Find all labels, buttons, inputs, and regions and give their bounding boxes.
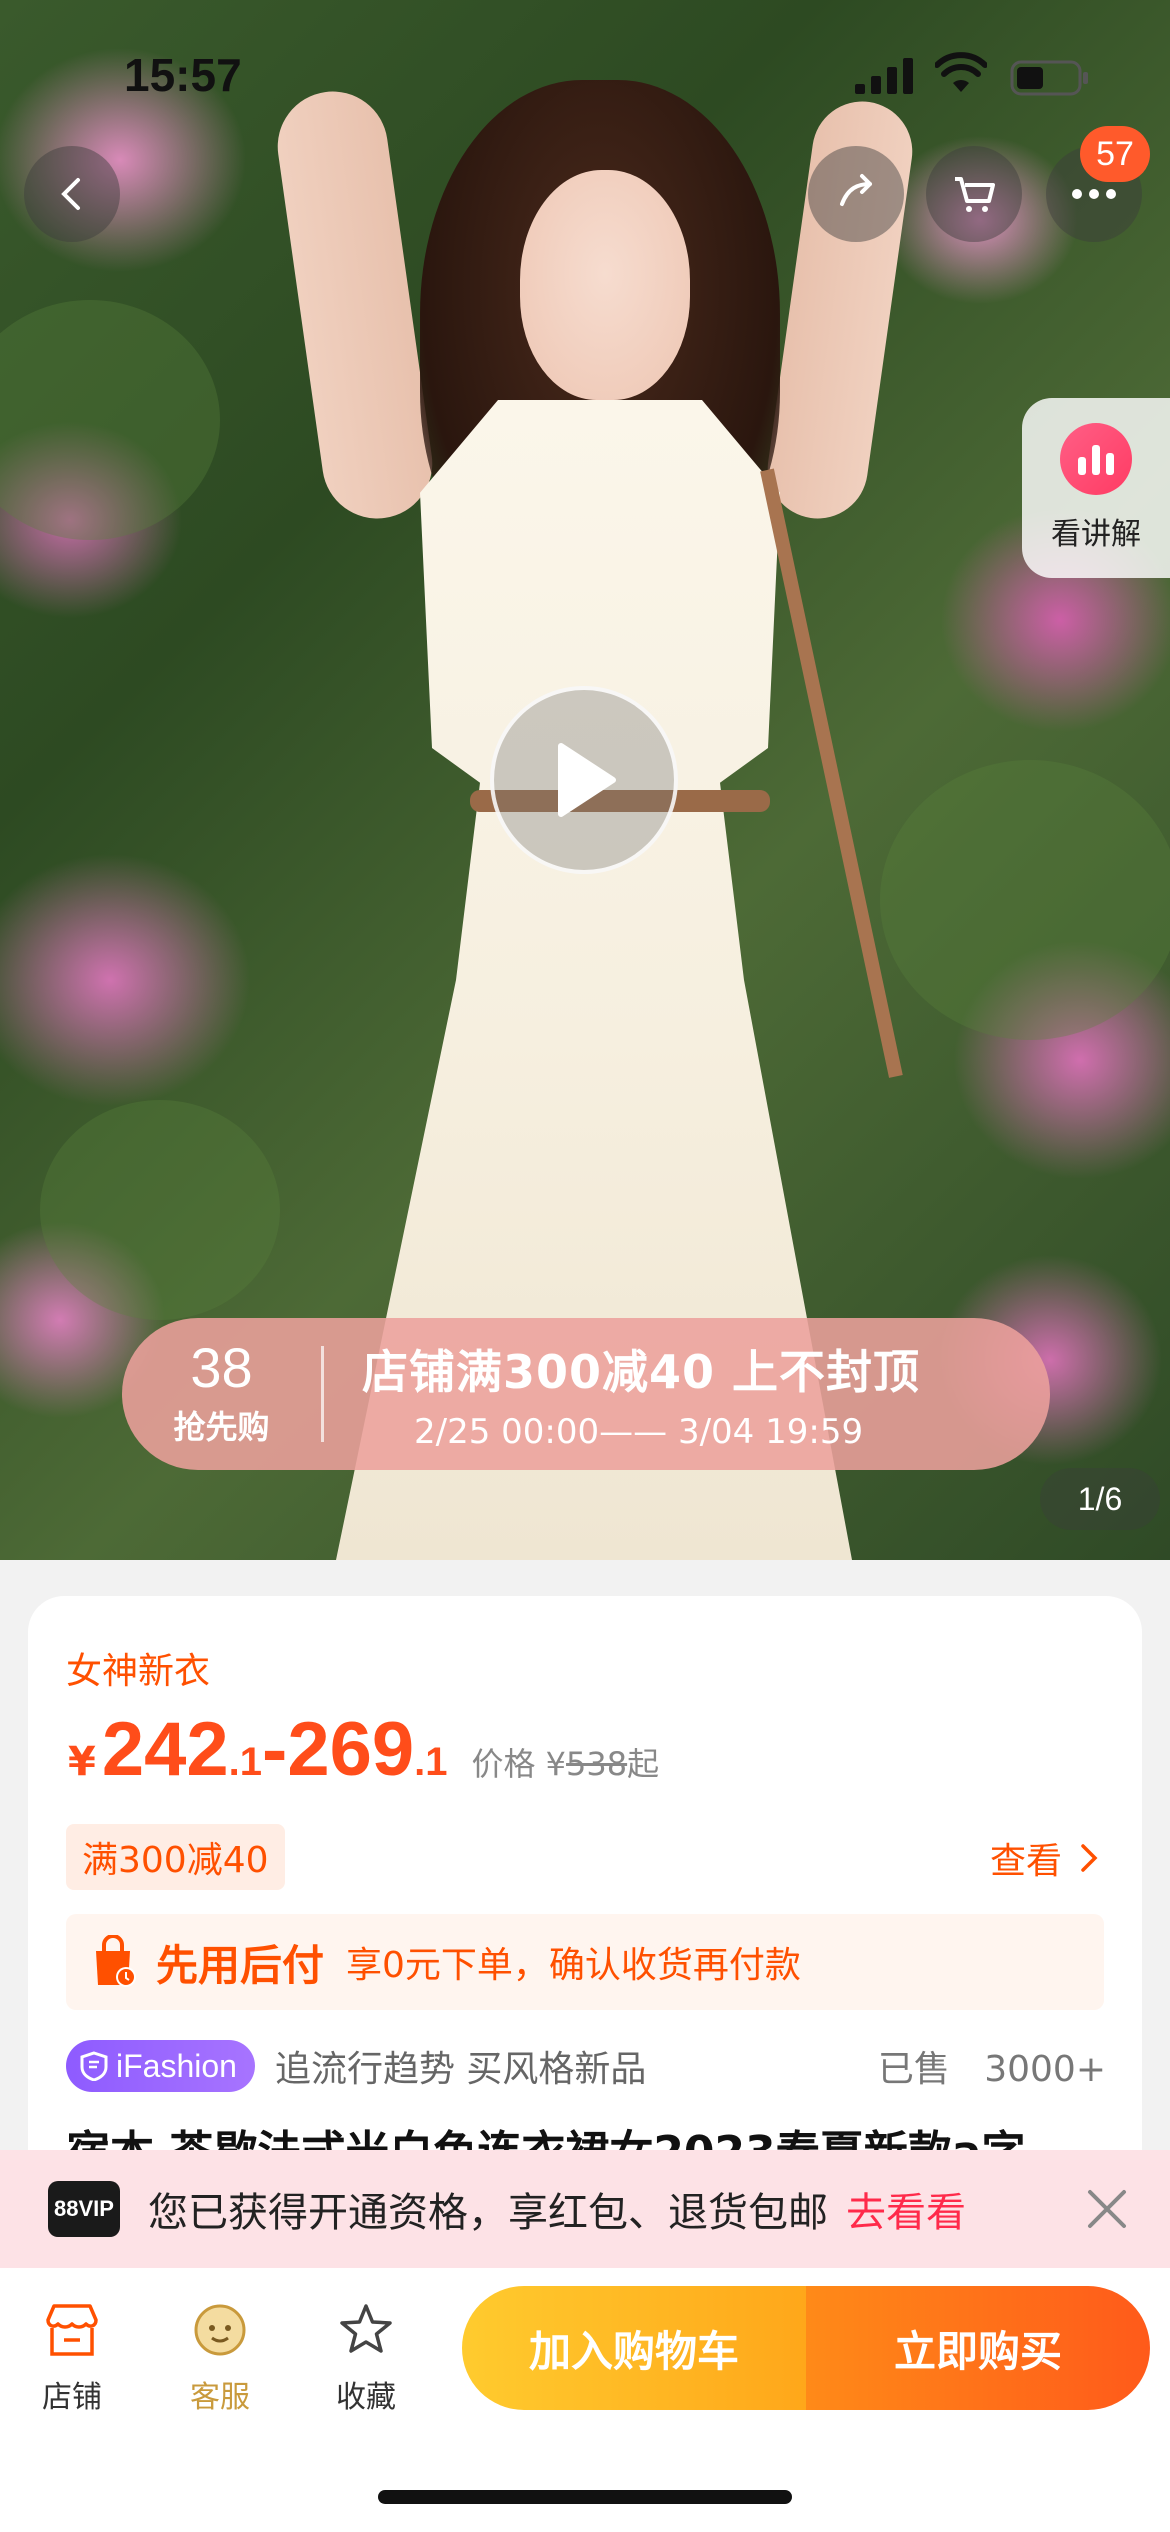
- price-symbol: ¥: [68, 1739, 96, 1785]
- chevron-right-icon: [1081, 1844, 1098, 1872]
- coupon-tag[interactable]: 满300减40: [66, 1824, 285, 1890]
- share-button[interactable]: [808, 146, 904, 242]
- pay-later-desc: 享0元下单，确认收货再付款: [346, 1945, 801, 1986]
- customer-service-tab[interactable]: 客服: [160, 2298, 280, 2416]
- customer-service-label: 客服: [190, 2380, 250, 2415]
- sold-label: 已售: [877, 2049, 950, 2090]
- back-icon: [61, 178, 80, 210]
- back-button[interactable]: [24, 146, 120, 242]
- foliage: [0, 300, 220, 540]
- vip-promo-bar[interactable]: 88VIP 您已获得开通资格，享红包、退货包邮 去看看: [0, 2150, 1170, 2268]
- foliage: [40, 1100, 280, 1320]
- foliage: [880, 760, 1170, 1040]
- customer-service-icon: [194, 2304, 246, 2356]
- shop-tab[interactable]: 店铺: [12, 2298, 132, 2416]
- promo-time: 2/25 00:00—— 3/04 19:59: [414, 1412, 864, 1452]
- battery-icon: [1010, 60, 1088, 96]
- explain-label: 看讲解: [1051, 517, 1141, 552]
- original-price-value: 538: [566, 1745, 628, 1783]
- price-separator: -: [262, 1707, 288, 1792]
- purchase-buttons: 加入购物车 立即购买: [462, 2286, 1150, 2410]
- shop-icon: [46, 2304, 98, 2356]
- vip-text: 您已获得开通资格，享红包、退货包邮: [148, 2190, 828, 2236]
- promo-banner[interactable]: 38 抢先购 店铺满300减40 上不封顶 2/25 00:00—— 3/04 …: [122, 1318, 1050, 1470]
- vip-logo: 88VIP: [48, 2181, 120, 2237]
- pay-later-title: 先用后付: [156, 1940, 325, 1990]
- promo-badge-text: 抢先购: [173, 1408, 270, 1446]
- ifashion-badge[interactable]: iFashion: [66, 2040, 255, 2092]
- promo-badge-number: 38: [190, 1336, 253, 1399]
- bag-strap: [760, 468, 903, 1078]
- cellular-signal-icon: [855, 58, 913, 94]
- star-icon: [340, 2304, 392, 2353]
- favorite-tab[interactable]: 收藏: [306, 2298, 426, 2416]
- vip-link[interactable]: 去看看: [846, 2180, 966, 2238]
- price-block: ¥ 242 .1 - 269 .1 价格 ¥538起: [68, 1706, 659, 1793]
- promo-title: 店铺满300减40 上不封顶: [362, 1345, 921, 1399]
- original-price-suffix: 起: [627, 1745, 660, 1783]
- sold-number: 3000+: [984, 2049, 1106, 2090]
- buy-now-button[interactable]: 立即购买: [806, 2286, 1150, 2410]
- ifashion-slogan: 追流行趋势 买风格新品: [274, 2049, 647, 2090]
- ifashion-shield-icon: [80, 2051, 108, 2081]
- view-label: 查看: [989, 1841, 1062, 1882]
- ifashion-row: iFashion 追流行趋势 买风格新品 已售 3000+: [66, 2038, 1106, 2094]
- more-icon: [1072, 189, 1116, 199]
- original-price: 价格 ¥538起: [472, 1739, 660, 1785]
- price-low-dec: .1: [228, 1740, 263, 1784]
- pay-later-banner[interactable]: 先用后付 享0元下单，确认收货再付款: [66, 1914, 1104, 2010]
- model-arm: [270, 84, 440, 526]
- ifashion-label: iFashion: [116, 2047, 237, 2084]
- status-bar: 15:57: [0, 0, 1170, 140]
- price-high-int: 269: [287, 1707, 415, 1792]
- share-icon: [840, 174, 872, 206]
- cart-button[interactable]: [926, 146, 1022, 242]
- home-indicator[interactable]: [378, 2490, 792, 2504]
- price-low-int: 242: [101, 1707, 229, 1792]
- wifi-icon: [935, 52, 987, 92]
- close-icon[interactable]: [1082, 2184, 1132, 2234]
- image-page-indicator: 1/6: [1040, 1468, 1160, 1530]
- message-badge: 57: [1080, 126, 1150, 182]
- add-to-cart-button[interactable]: 加入购物车: [462, 2286, 806, 2410]
- original-price-label: 价格 ¥: [471, 1745, 567, 1783]
- price-high-dec: .1: [414, 1740, 448, 1784]
- bar-chart-icon: [1060, 423, 1132, 495]
- explain-button[interactable]: 看讲解: [1022, 398, 1170, 578]
- shopping-bag-icon: [96, 1935, 136, 1987]
- status-time: 15:57: [124, 49, 242, 101]
- promo-badge: 38 抢先购: [122, 1340, 324, 1446]
- sold-count: 已售 3000+: [878, 2040, 1106, 2092]
- shop-label: 店铺: [42, 2380, 102, 2415]
- favorite-label: 收藏: [336, 2380, 396, 2415]
- play-video-button[interactable]: [490, 686, 678, 874]
- product-tagline: 女神新衣: [66, 1651, 211, 1692]
- view-coupon-link[interactable]: 查看: [990, 1832, 1098, 1884]
- play-icon: [558, 743, 616, 817]
- cart-icon: [955, 177, 995, 212]
- model-face: [520, 170, 690, 400]
